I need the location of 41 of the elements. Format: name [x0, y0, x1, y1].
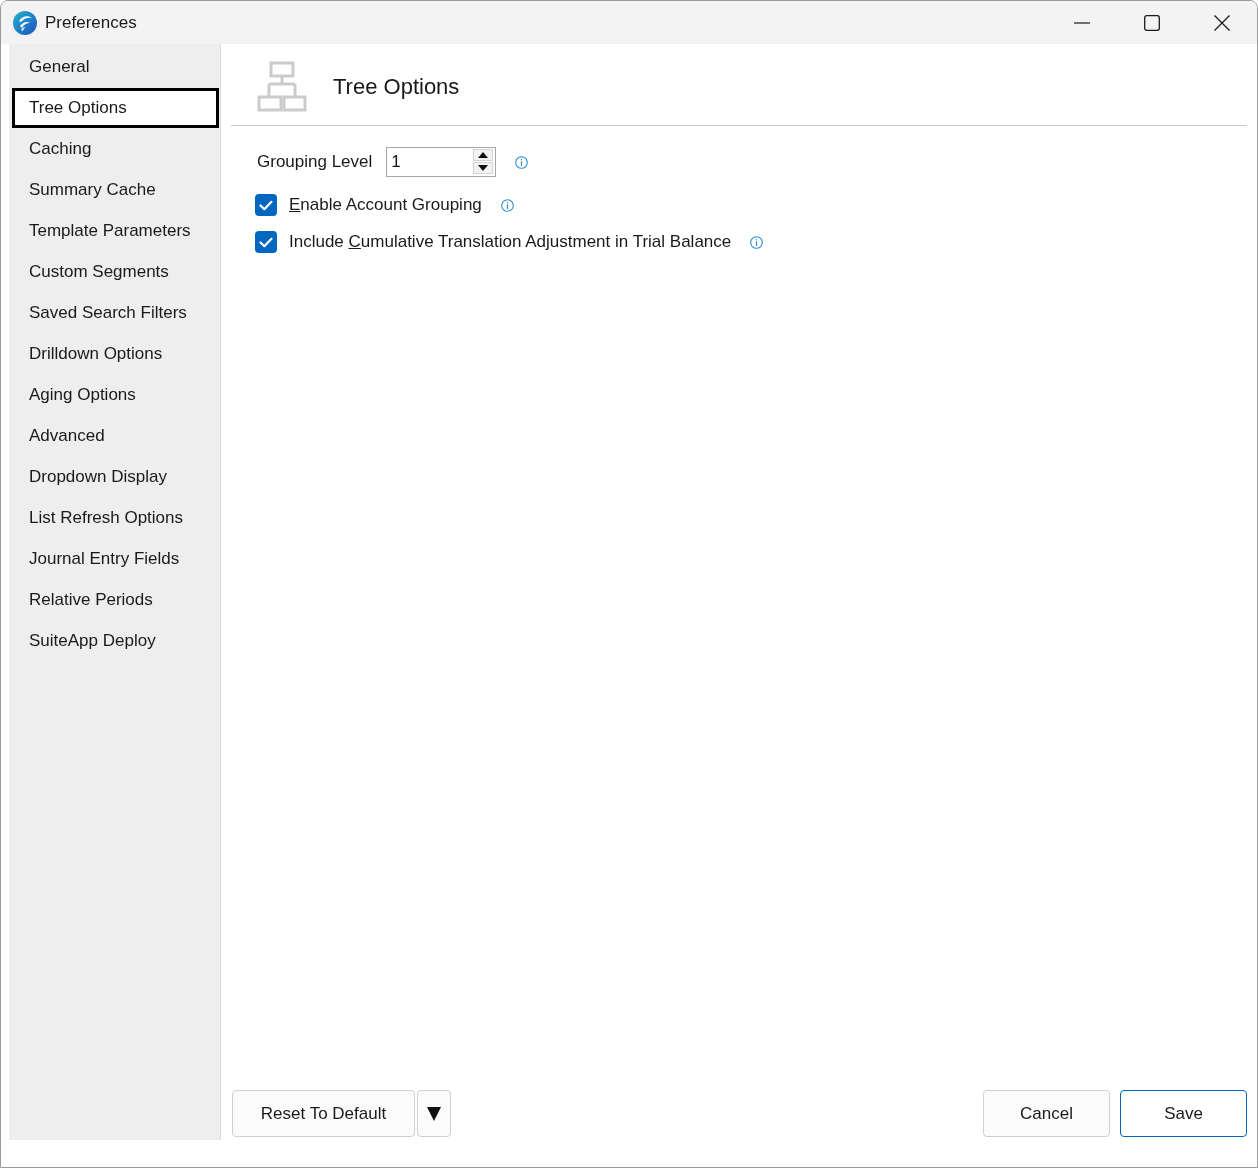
- checkbox-label[interactable]: Include Cumulative Translation Adjustment in Trial Balance: [289, 229, 732, 255]
- dropdown-button[interactable]: [417, 1090, 451, 1137]
- sidebar-item[interactable]: Relative Periods: [12, 580, 219, 620]
- sidebar-item[interactable]: List Refresh Options: [12, 498, 219, 538]
- sidebar-item[interactable]: Caching: [12, 129, 219, 169]
- field-label: Grouping Level: [257, 151, 373, 174]
- checkbox[interactable]: [255, 231, 277, 253]
- checkbox[interactable]: [255, 194, 277, 216]
- dialog-button[interactable]: Cancel: [983, 1090, 1110, 1137]
- sidebar-item[interactable]: Advanced: [12, 416, 219, 456]
- down-triangle-icon: [478, 165, 489, 171]
- sidebar-item[interactable]: SuiteApp Deploy: [12, 621, 219, 661]
- sidebar-item[interactable]: Drilldown Options: [12, 334, 219, 374]
- sidebar-item[interactable]: Custom Segments: [12, 252, 219, 292]
- sidebar-item[interactable]: Tree Options: [12, 88, 219, 128]
- window-title: Preferences: [45, 11, 137, 34]
- close-icon: [1214, 14, 1230, 31]
- reset-button[interactable]: Reset To Default: [232, 1090, 415, 1137]
- caret-down-icon: [427, 1106, 441, 1121]
- sidebar-item[interactable]: Saved Search Filters: [12, 293, 219, 333]
- checkmark-icon: [259, 199, 273, 211]
- info-icon: [515, 155, 529, 169]
- tree-hierarchy-icon: [257, 61, 307, 112]
- dialog-button[interactable]: Save: [1120, 1090, 1247, 1137]
- app-logo-icon: [13, 10, 37, 35]
- sidebar-item[interactable]: General: [12, 47, 219, 87]
- spin-down-button[interactable]: [473, 162, 494, 174]
- sidebar-item[interactable]: Journal Entry Fields: [12, 539, 219, 579]
- info-icon: [500, 198, 514, 212]
- section-title: Tree Options: [333, 73, 460, 101]
- sidebar-item[interactable]: Aging Options: [12, 375, 219, 415]
- maximize-icon: [1144, 14, 1160, 31]
- sidebar-item[interactable]: Summary Cache: [12, 170, 219, 210]
- sidebar-item[interactable]: Template Parameters: [12, 211, 219, 251]
- minimize-icon: [1074, 21, 1090, 24]
- checkbox-label[interactable]: Enable Account Grouping: [289, 192, 482, 218]
- info-icon: [750, 235, 764, 249]
- up-triangle-icon: [478, 152, 489, 158]
- sidebar-item[interactable]: Dropdown Display: [12, 457, 219, 497]
- spin-up-button[interactable]: [473, 149, 494, 161]
- checkmark-icon: [259, 236, 273, 248]
